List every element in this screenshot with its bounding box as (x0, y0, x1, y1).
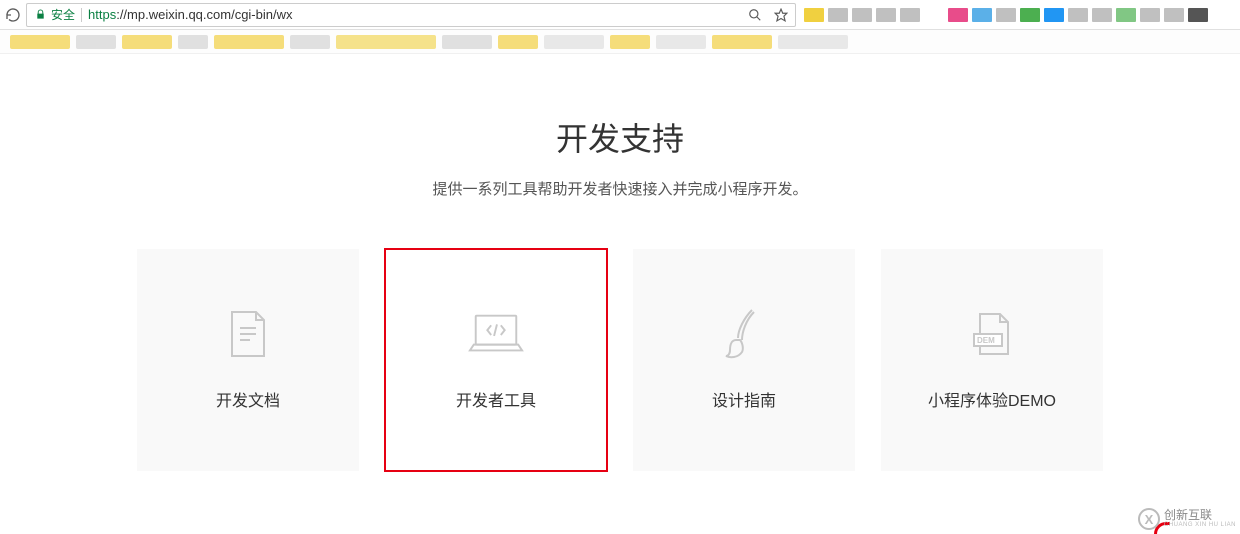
page-title: 开发支持 (0, 114, 1240, 160)
bookmark-item[interactable] (178, 35, 208, 49)
card-label: 小程序体验DEMO (928, 387, 1056, 411)
bookmark-item[interactable] (778, 35, 848, 49)
tab-favicon[interactable] (1140, 8, 1160, 22)
brush-icon (716, 309, 772, 359)
tab-favicon[interactable] (948, 8, 968, 22)
page-subtitle: 提供一系列工具帮助开发者快速接入并完成小程序开发。 (0, 178, 1240, 199)
tab-favicon[interactable] (924, 8, 944, 22)
card-dev-tools[interactable]: 开发者工具 (385, 249, 607, 471)
card-demo[interactable]: DEM 小程序体验DEMO (881, 249, 1103, 471)
document-icon (220, 309, 276, 359)
bookmarks-bar (0, 30, 1240, 54)
bookmark-item[interactable] (76, 35, 116, 49)
tab-favicon[interactable] (876, 8, 896, 22)
tab-favicon[interactable] (828, 8, 848, 22)
tab-favicon[interactable] (1116, 8, 1136, 22)
card-label: 设计指南 (712, 387, 776, 411)
secure-label: 安全 (51, 6, 75, 23)
tab-favicon[interactable] (1092, 8, 1112, 22)
bookmark-item[interactable] (498, 35, 538, 49)
bookmark-item[interactable] (656, 35, 706, 49)
card-label: 开发文档 (216, 387, 280, 411)
card-grid: 开发文档 开发者工具 设计指 (0, 249, 1240, 471)
browser-address-bar: 安全 https://mp.weixin.qq.com/cgi-bin/wx (0, 0, 1240, 30)
card-dev-docs[interactable]: 开发文档 (137, 249, 359, 471)
magnify-icon[interactable] (747, 7, 763, 23)
tab-favicon[interactable] (1164, 8, 1184, 22)
watermark-main: 创新互联 (1164, 509, 1236, 522)
watermark-sub: CHUANG XIN HU LIAN (1164, 522, 1236, 529)
bookmark-item[interactable] (442, 35, 492, 49)
bookmark-item[interactable] (610, 35, 650, 49)
tab-favicon[interactable] (1044, 8, 1064, 22)
tab-favicon[interactable] (1188, 8, 1208, 22)
lock-icon (33, 8, 47, 22)
svg-text:DEM: DEM (977, 336, 995, 345)
bookmark-star-icon[interactable] (773, 7, 789, 23)
watermark-logo-icon: X (1138, 508, 1160, 530)
demo-file-icon: DEM (964, 309, 1020, 359)
address-input[interactable]: 安全 https://mp.weixin.qq.com/cgi-bin/wx (26, 3, 796, 27)
bookmark-item[interactable] (214, 35, 284, 49)
tab-strip (796, 0, 1236, 29)
watermark: X 创新互联 CHUANG XIN HU LIAN (1138, 508, 1236, 530)
tab-favicon[interactable] (996, 8, 1016, 22)
card-design-guide[interactable]: 设计指南 (633, 249, 855, 471)
bookmark-item[interactable] (122, 35, 172, 49)
bookmark-item[interactable] (544, 35, 604, 49)
tab-favicon[interactable] (972, 8, 992, 22)
card-label: 开发者工具 (456, 387, 536, 411)
tab-favicon[interactable] (1068, 8, 1088, 22)
url-text: https://mp.weixin.qq.com/cgi-bin/wx (88, 7, 292, 22)
bookmark-item[interactable] (10, 35, 70, 49)
reload-icon[interactable] (4, 6, 22, 24)
bookmark-item[interactable] (290, 35, 330, 49)
tab-favicon[interactable] (900, 8, 920, 22)
page-content: 开发支持 提供一系列工具帮助开发者快速接入并完成小程序开发。 开发文档 (0, 54, 1240, 471)
bookmark-item[interactable] (336, 35, 436, 49)
tab-favicon[interactable] (804, 8, 824, 22)
tab-favicon[interactable] (852, 8, 872, 22)
tab-favicon[interactable] (1020, 8, 1040, 22)
laptop-code-icon (468, 309, 524, 359)
bookmark-item[interactable] (712, 35, 772, 49)
divider (81, 8, 82, 22)
